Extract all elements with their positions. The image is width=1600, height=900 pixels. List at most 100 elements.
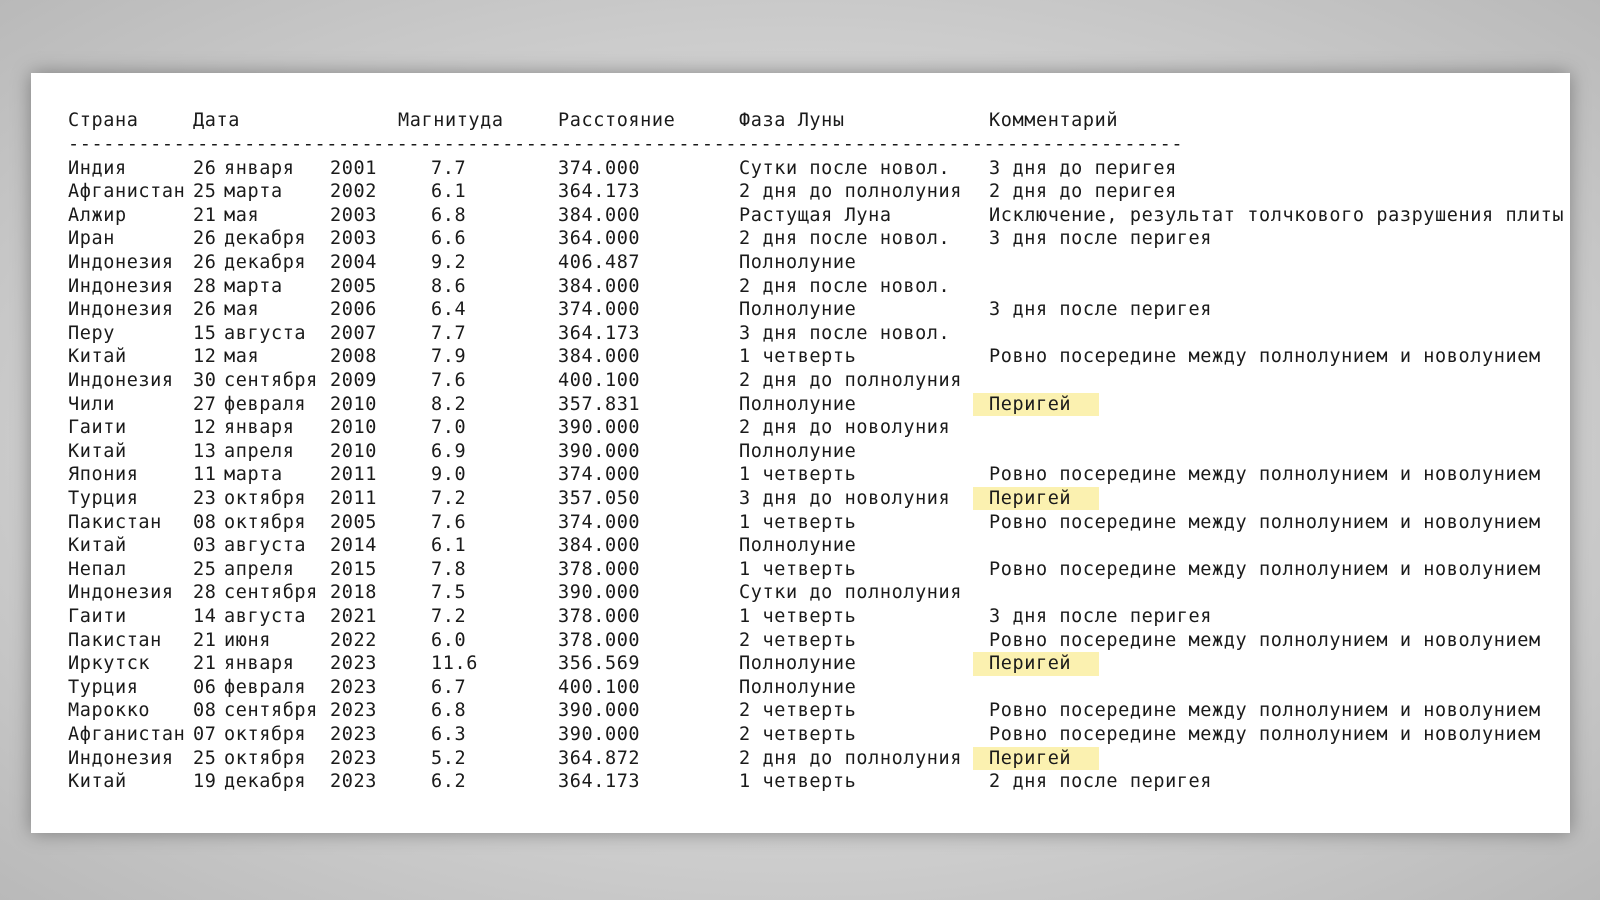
table-row: Афганистан 07 октября 2023 6.3 390.000 2 четве… [31, 723, 1570, 747]
magnitude-cell: 6.8 [431, 700, 467, 722]
day-cell: 07 [193, 723, 217, 745]
table-row: Перу 15 августа 2007 7.7 364.173 3 дня после н… [31, 322, 1570, 346]
month-cell: октября [224, 511, 307, 533]
day-cell: 15 [193, 322, 217, 344]
phase-cell: 2 дня до полнолуния [739, 181, 963, 203]
perigee-highlight: Перигей [973, 392, 1100, 417]
year-cell: 2007 [330, 322, 377, 344]
phase-cell: Полнолуние [739, 251, 857, 273]
day-cell: 14 [193, 605, 217, 627]
country-cell: Непал [68, 558, 127, 580]
day-cell: 08 [193, 700, 217, 722]
day-cell: 19 [193, 771, 217, 793]
day-cell: 30 [193, 369, 217, 391]
day-cell: 12 [193, 417, 217, 439]
phase-cell: 3 дня после новол. [739, 322, 951, 344]
phase-cell: 1 четверть [739, 558, 857, 580]
distance-cell: 357.831 [558, 393, 641, 415]
comment-cell: Ровно посередине между полнолунием и нов… [989, 723, 1541, 745]
month-cell: февраля [224, 393, 307, 415]
table-row: Турция 23 октября 2011 7.2 357.050 3 дня до но… [31, 486, 1570, 511]
day-cell: 23 [193, 487, 217, 509]
header-distance: Расстояние [558, 110, 676, 131]
phase-cell: Растущая Луна [739, 204, 892, 226]
distance-cell: 378.000 [558, 558, 641, 580]
year-cell: 2002 [330, 181, 377, 203]
distance-cell: 400.100 [558, 676, 641, 698]
country-cell: Индонезия [68, 582, 174, 604]
table-row: Иркутск 21 января 2023 11.6 356.569 Полнолуние… [31, 652, 1570, 676]
header-phase: Фаза Луны [739, 110, 845, 131]
table-row: Китай 12 мая 2008 7.9 384.000 1 четверть Ровно … [31, 345, 1570, 369]
day-cell: 25 [193, 558, 217, 580]
table-row: Индонезия 26 декабря 2004 9.2 406.487 Полнолун… [31, 251, 1570, 275]
comment-cell: Перигей [973, 652, 1100, 676]
header-magnitude: Магнитуда [398, 110, 504, 131]
month-cell: июня [224, 629, 271, 651]
table-row: Китай 03 августа 2014 6.1 384.000 Полнолуние [31, 534, 1570, 558]
year-cell: 2023 [330, 723, 377, 745]
month-cell: августа [224, 322, 307, 344]
country-cell: Китай [68, 771, 127, 793]
country-cell: Афганистан [68, 181, 186, 203]
year-cell: 2005 [330, 511, 377, 533]
year-cell: 2004 [330, 251, 377, 273]
month-cell: декабря [224, 228, 307, 250]
phase-cell: 2 дня до полнолуния [739, 747, 963, 769]
magnitude-cell: 5.2 [431, 747, 467, 769]
month-cell: октября [224, 747, 307, 769]
magnitude-cell: 7.8 [431, 558, 467, 580]
country-cell: Китай [68, 535, 127, 557]
year-cell: 2009 [330, 369, 377, 391]
country-cell: Китай [68, 346, 127, 368]
phase-cell: Полнолуние [739, 440, 857, 462]
header-comment: Комментарий [989, 110, 1119, 131]
comment-cell: Перигей [973, 746, 1100, 771]
day-cell: 21 [193, 629, 217, 651]
magnitude-cell: 8.6 [431, 275, 467, 297]
comment-cell: Перигей [973, 486, 1100, 511]
phase-cell: 1 четверть [739, 605, 857, 627]
month-cell: сентября [224, 369, 318, 391]
day-cell: 08 [193, 511, 217, 533]
year-cell: 2023 [330, 771, 377, 793]
country-cell: Алжир [68, 204, 127, 226]
day-cell: 21 [193, 653, 217, 675]
month-cell: января [224, 157, 295, 179]
phase-cell: Полнолуние [739, 653, 857, 675]
table-row: Пакистан 08 октября 2005 7.6 374.000 1 четверт… [31, 511, 1570, 535]
country-cell: Чили [68, 393, 115, 415]
country-cell: Турция [68, 676, 139, 698]
magnitude-cell: 7.7 [431, 157, 467, 179]
year-cell: 2001 [330, 157, 377, 179]
day-cell: 13 [193, 440, 217, 462]
year-cell: 2003 [330, 228, 377, 250]
table-row: Марокко 08 сентября 2023 6.8 390.000 2 четверт… [31, 699, 1570, 723]
month-cell: мая [224, 346, 260, 368]
distance-cell: 364.872 [558, 747, 641, 769]
country-cell: Япония [68, 464, 139, 486]
table-row: Индия 26 января 2001 7.7 374.000 Сутки после н… [31, 157, 1570, 181]
magnitude-cell: 7.6 [431, 511, 467, 533]
month-cell: октября [224, 723, 307, 745]
phase-cell: 1 четверть [739, 464, 857, 486]
phase-cell: Полнолуние [739, 299, 857, 321]
phase-cell: 1 четверть [739, 346, 857, 368]
phase-cell: 2 дня после новол. [739, 275, 951, 297]
table-row: Индонезия 25 октября 2023 5.2 364.872 2 дня до… [31, 746, 1570, 771]
day-cell: 06 [193, 676, 217, 698]
distance-cell: 364.173 [558, 771, 641, 793]
comment-cell: Ровно посередине между полнолунием и нов… [989, 511, 1541, 533]
country-cell: Китай [68, 440, 127, 462]
distance-cell: 390.000 [558, 723, 641, 745]
magnitude-cell: 9.2 [431, 251, 467, 273]
distance-cell: 390.000 [558, 417, 641, 439]
header-date: Дата [193, 110, 240, 131]
table-row: Китай 19 декабря 2023 6.2 364.173 1 четверть 2 … [31, 770, 1570, 794]
phase-cell: 1 четверть [739, 511, 857, 533]
day-cell: 12 [193, 346, 217, 368]
month-cell: января [224, 653, 295, 675]
distance-cell: 390.000 [558, 582, 641, 604]
month-cell: февраля [224, 676, 307, 698]
phase-cell: 2 дня после новол. [739, 228, 951, 250]
